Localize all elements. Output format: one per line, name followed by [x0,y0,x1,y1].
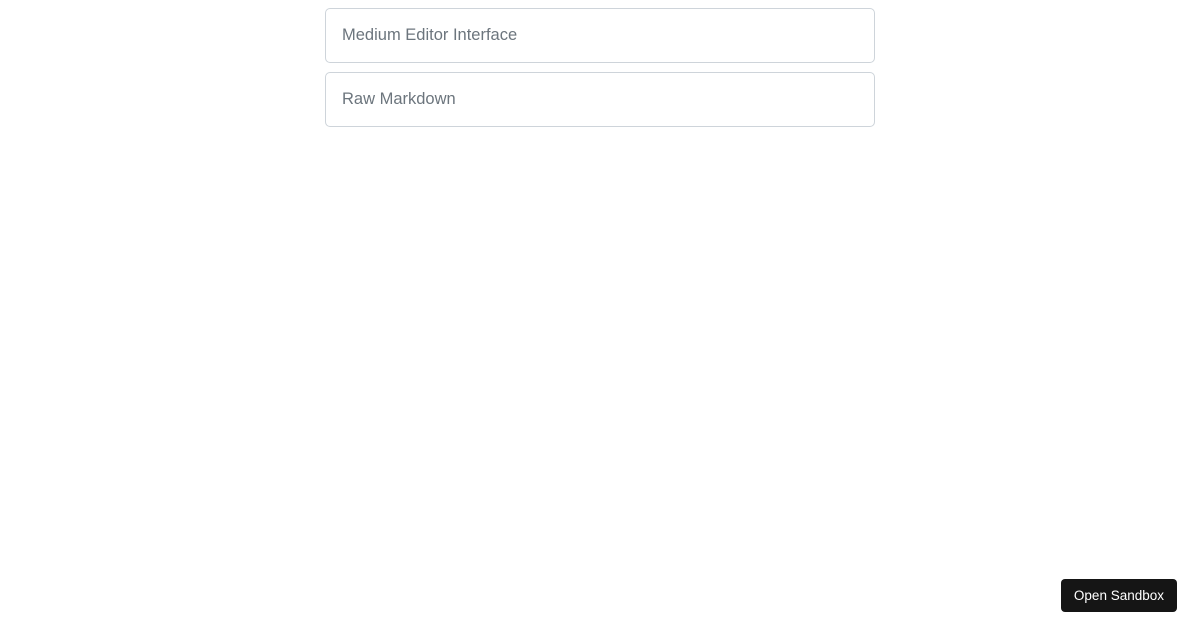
open-sandbox-button[interactable]: Open Sandbox [1061,579,1177,612]
editor-container [325,0,875,127]
raw-markdown-input[interactable] [325,72,875,127]
medium-editor-input[interactable] [325,8,875,63]
